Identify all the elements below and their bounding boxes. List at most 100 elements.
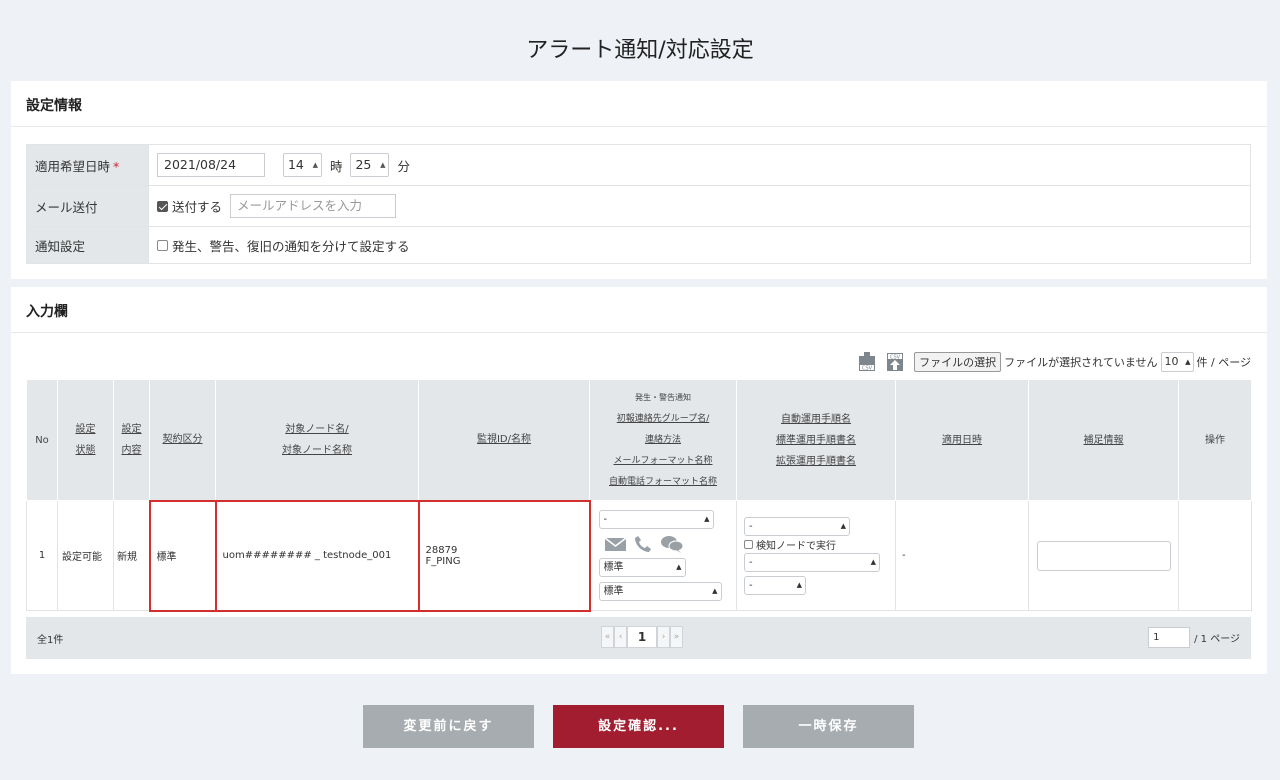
supplement-textarea[interactable] (1037, 540, 1171, 571)
notify-row: 通知設定 発生、警告、復旧の通知を分けて設定する (26, 226, 1251, 264)
ext-manual-value: - (749, 579, 753, 591)
page-input[interactable]: 1 (1148, 627, 1191, 648)
std-manual-value: - (749, 556, 753, 568)
col-apply-date[interactable]: 適用日時 (895, 379, 1029, 501)
col-auto[interactable]: 自動運用手順名 標準運用手順書名 拡張運用手順書名 (736, 379, 896, 501)
col-node[interactable]: 対象ノード名/対象ノード名称 (215, 379, 419, 501)
notify-group-value: - (603, 514, 608, 525)
temp-save-button[interactable]: 一時保存 (743, 705, 914, 748)
page-title: アラート通知/対応設定 (526, 38, 754, 63)
spinner-icon: ▲ (380, 161, 386, 169)
minute-value: 25 (355, 157, 372, 172)
col-contract[interactable]: 契約区分 (149, 379, 216, 501)
file-select-button[interactable]: ファイルの選択 (914, 352, 1002, 372)
email-input[interactable]: メールアドレスを入力 (230, 194, 396, 218)
col-auto-line2: 標準運用手順書名 (776, 434, 856, 446)
cell-notify: - ▲ 標準 ▲ 標準 ▲ (589, 500, 737, 611)
notify-group-select[interactable]: - ▲ (598, 510, 714, 529)
apply-date-row: 適用希望日時 * 2021/08/24 14 ▲ 時 25 ▲ 分 (26, 144, 1251, 186)
col-status-line2: 状態 (75, 445, 96, 456)
page-total: / 1 ページ (1194, 634, 1240, 645)
input-header: 入力欄 (11, 287, 1267, 333)
hour-select[interactable]: 14 ▲ (282, 153, 322, 177)
apply-date-label: 適用希望日時 * (26, 144, 149, 186)
phone-format-value: 標準 (603, 586, 624, 597)
col-monitor-text: 監視ID/名称 (476, 434, 532, 446)
minute-select[interactable]: 25 ▲ (350, 153, 390, 177)
col-status[interactable]: 設定 状態 (57, 379, 114, 501)
settings-panel: 設定情報 適用希望日時 * 2021/08/24 14 ▲ 時 25 ▲ 分 メール送… (11, 81, 1267, 279)
table-row: 1 設定可能 新規 標準 uom######## _ testnode_001 … (26, 499, 1252, 612)
mail-send-checkbox[interactable] (157, 200, 168, 212)
auto-proc-select[interactable]: - ▲ (744, 516, 850, 536)
pagination: « ‹ 1 › » (601, 626, 683, 648)
mail-format-select[interactable]: 標準 ▲ (598, 558, 686, 577)
spinner-icon: ▲ (704, 515, 710, 523)
cell-contract: 標準 (148, 499, 217, 612)
phone-icon[interactable] (634, 535, 652, 553)
detect-node-checkbox[interactable] (744, 539, 753, 549)
spinner-icon: ▲ (870, 557, 876, 566)
confirm-button[interactable]: 設定確認... (553, 705, 724, 748)
col-notify-title: 発生・警告通知 (635, 393, 691, 402)
monitor-id: 28879 (425, 544, 458, 556)
per-page-suffix: 件 / ページ (1196, 356, 1251, 369)
col-supplement[interactable]: 補足情報 (1028, 379, 1179, 501)
ext-manual-select[interactable]: - ▲ (744, 575, 806, 595)
col-auto-line1: 自動運用手順名 (781, 413, 851, 425)
cell-auto: - ▲ 検知ノードで実行 - ▲ - ▲ (736, 500, 896, 611)
prev-page-icon[interactable]: ‹ (614, 626, 627, 648)
chat-icon[interactable] (660, 535, 684, 553)
col-notify[interactable]: 発生・警告通知 初報連絡先グループ名/ 連絡方法 メールフォーマット名称 自動電… (589, 379, 737, 501)
mail-send-label: 送付する (172, 199, 223, 215)
required-mark: * (113, 158, 120, 174)
spinner-icon: ▲ (1185, 358, 1191, 366)
table-footer: 全1件 « ‹ 1 › » 1 / 1 ページ (26, 617, 1251, 659)
monitor-name: F_PING (425, 555, 461, 567)
col-node-line2: 対象ノード名称 (282, 444, 352, 456)
notify-label: 通知設定 (26, 226, 149, 264)
hour-unit: 時 (329, 158, 343, 174)
mail-value: 送付する メールアドレスを入力 (148, 185, 1251, 227)
col-content-line1: 設定 (121, 424, 142, 435)
minute-unit: 分 (397, 158, 410, 174)
apply-date-value: 2021/08/24 14 ▲ 時 25 ▲ 分 (148, 144, 1251, 186)
col-apply-date-text: 適用日時 (942, 434, 982, 446)
input-panel: 入力欄 CSV CSV ファイルの選択 ファイルが選択されていません 10 ▲ 件… (11, 287, 1267, 674)
col-status-line1: 設定 (75, 424, 96, 435)
csv-download-icon[interactable]: CSV (858, 352, 876, 372)
last-page-icon[interactable]: » (670, 626, 683, 648)
notify-value: 発生、警告、復旧の通知を分けて設定する (148, 226, 1251, 264)
csv-upload-icon[interactable]: CSV (886, 352, 904, 372)
date-input[interactable]: 2021/08/24 (157, 153, 265, 177)
auto-proc-value: - (749, 520, 753, 532)
cell-apply-date: - (895, 500, 1029, 611)
revert-button[interactable]: 変更前に戻す (363, 705, 534, 748)
notify-split-checkbox[interactable] (157, 239, 168, 251)
detect-node-label: 検知ノードで実行 (756, 540, 836, 552)
col-content[interactable]: 設定 内容 (113, 379, 150, 501)
cell-operation (1178, 500, 1252, 611)
col-notify-line1: 初報連絡先グループ名/ (616, 414, 710, 424)
spinner-icon: ▲ (712, 587, 718, 595)
phone-format-select[interactable]: 標準 ▲ (598, 582, 722, 601)
settings-header: 設定情報 (11, 81, 1267, 127)
col-contract-text: 契約区分 (162, 434, 203, 446)
std-manual-select[interactable]: - ▲ (744, 552, 880, 572)
col-monitor[interactable]: 監視ID/名称 (418, 379, 590, 501)
mail-label: メール送付 (26, 185, 149, 227)
first-page-icon[interactable]: « (601, 626, 614, 648)
spinner-icon: ▲ (676, 563, 682, 571)
spinner-icon: ▲ (312, 161, 318, 169)
current-page[interactable]: 1 (627, 626, 657, 648)
next-page-icon[interactable]: › (657, 626, 670, 648)
table-header-row: No 設定 状態 設定 内容 契約区分 対象ノード名/対象ノード名称 監視ID/名称… (26, 379, 1252, 501)
file-status: ファイルが選択されていません (1004, 356, 1158, 369)
cell-node: uom######## _ testnode_001 (214, 499, 420, 612)
col-notify-line4: 自動電話フォーマット名称 (608, 477, 717, 487)
col-notify-line3: メールフォーマット名称 (613, 456, 713, 466)
cell-monitor: 28879 F_PING (417, 499, 591, 612)
mail-icon[interactable] (604, 536, 626, 552)
spinner-icon: ▲ (840, 521, 846, 530)
per-page-select[interactable]: 10 ▲ (1160, 352, 1194, 372)
